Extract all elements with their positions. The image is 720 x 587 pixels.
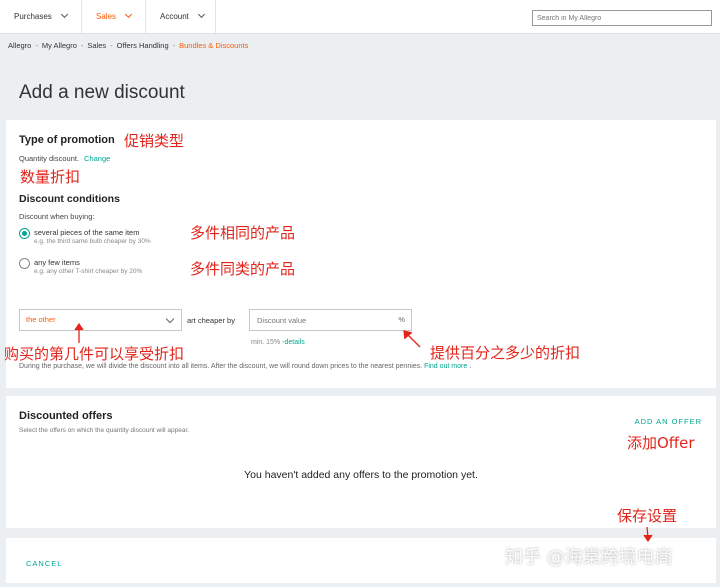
watermark: 知乎 @海棠跨境电商 (505, 547, 673, 568)
annotation-arrows (74, 322, 653, 543)
